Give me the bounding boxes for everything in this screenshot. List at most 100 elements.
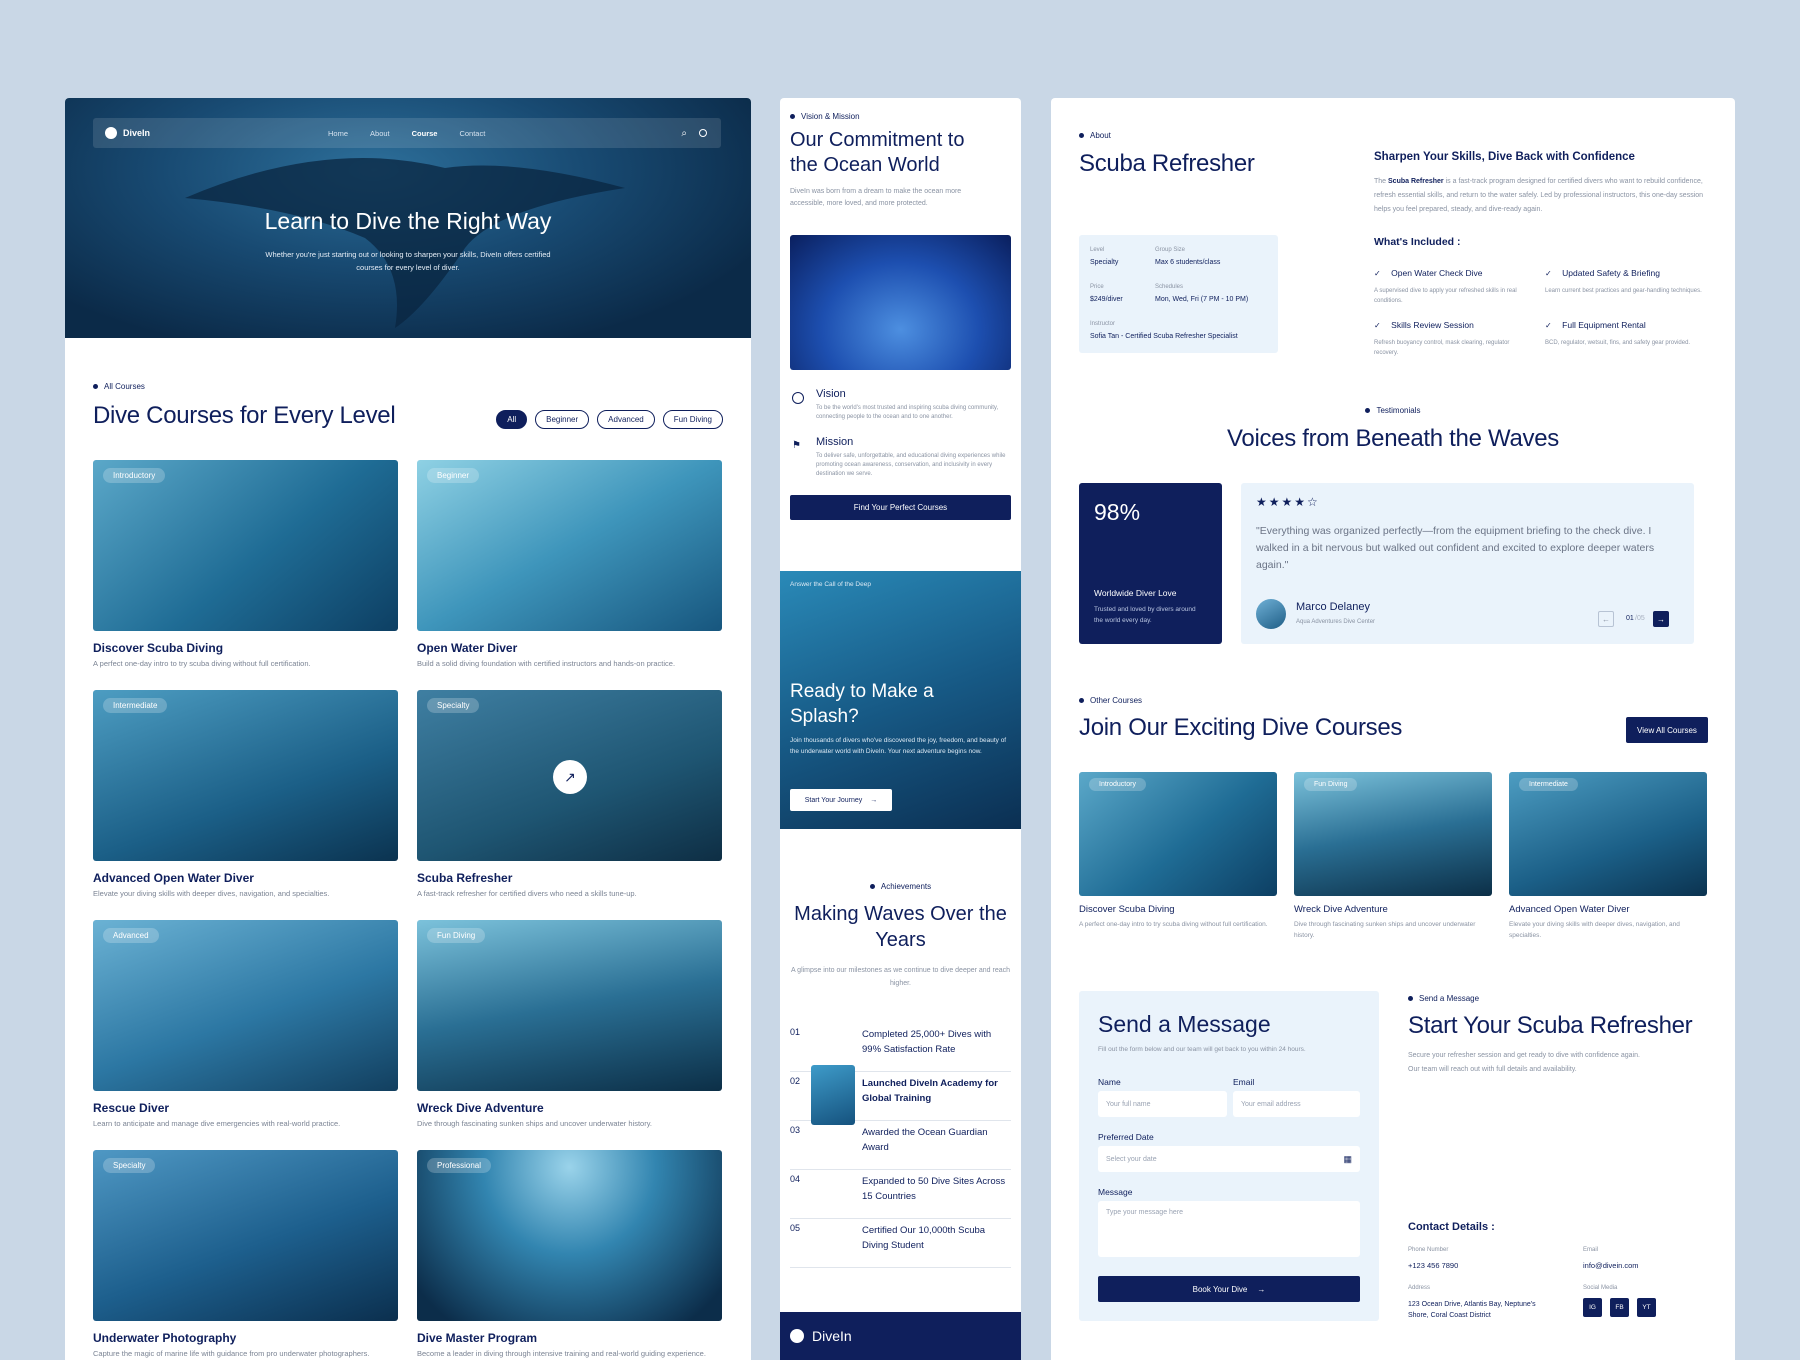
prev-arrow-icon[interactable]: ← xyxy=(1598,611,1614,627)
arrow-right-icon: → xyxy=(1257,1284,1266,1294)
section-label: Testimonials xyxy=(1051,406,1735,415)
search-icon[interactable]: ⌕ xyxy=(681,128,687,139)
name-input[interactable]: Your full name xyxy=(1098,1091,1227,1117)
start-journey-button[interactable]: Start Your Journey → xyxy=(790,789,892,811)
social-links: IG FB YT xyxy=(1583,1298,1656,1317)
course-card[interactable]: Intermediate Advanced Open Water Diver E… xyxy=(93,690,398,898)
course-image: Specialty xyxy=(93,1150,398,1321)
phone-value[interactable]: +123 456 7890 xyxy=(1408,1261,1458,1270)
find-courses-button[interactable]: Find Your Perfect Courses xyxy=(790,495,1011,520)
vision-icon xyxy=(792,392,804,404)
section-label: Other Courses xyxy=(1079,696,1142,705)
course-card[interactable]: Advanced Rescue Diver Learn to anticipat… xyxy=(93,920,398,1128)
course-title: Advanced Open Water Diver xyxy=(93,871,254,885)
brand-name[interactable]: DiveIn xyxy=(123,128,150,138)
course-image: Introductory xyxy=(93,460,398,631)
email-value[interactable]: info@divein.com xyxy=(1583,1261,1639,1270)
course-desc: A perfect one-day intro to try scuba div… xyxy=(1079,921,1268,928)
filter-beginner[interactable]: Beginner xyxy=(535,410,590,429)
included-title: What's Included : xyxy=(1374,236,1461,248)
course-card[interactable]: Fun Diving Wreck Dive Adventure Dive thr… xyxy=(1294,772,1492,947)
calendar-icon[interactable]: ▦ xyxy=(1343,1154,1352,1165)
filter-fun-diving[interactable]: Fun Diving xyxy=(662,410,723,429)
nav-course[interactable]: Course xyxy=(412,129,438,138)
instagram-icon[interactable]: IG xyxy=(1583,1298,1602,1317)
pager-total: /05 xyxy=(1635,615,1645,622)
info-card: Level Specialty Group Size Max 6 student… xyxy=(1079,235,1278,353)
mission-title: Mission xyxy=(816,436,854,448)
message-label: Message xyxy=(1098,1187,1133,1197)
hero-subtitle: Whether you're just starting out or look… xyxy=(265,250,551,272)
date-label: Preferred Date xyxy=(1098,1132,1154,1142)
filter-advanced[interactable]: Advanced xyxy=(597,410,655,429)
pager-current: 01 xyxy=(1626,615,1634,622)
email-label: Email xyxy=(1583,1247,1599,1253)
section-label: About xyxy=(1079,131,1111,140)
course-desc: Capture the magic of marine life with gu… xyxy=(93,1349,370,1358)
milestone-image xyxy=(811,1065,855,1125)
course-card[interactable]: Professional Dive Master Program Become … xyxy=(417,1150,722,1358)
stat-title: Worldwide Diver Love xyxy=(1094,588,1177,598)
user-icon[interactable] xyxy=(699,129,707,137)
included-item: ✓ Full Equipment Rental BCD, regulator, … xyxy=(1545,320,1691,346)
course-image: Introductory xyxy=(1079,772,1277,896)
filter-all[interactable]: All xyxy=(496,410,528,429)
course-image: Beginner xyxy=(417,460,722,631)
course-title: Dive Master Program xyxy=(417,1331,538,1345)
youtube-icon[interactable]: YT xyxy=(1637,1298,1656,1317)
course-desc: A perfect one-day intro to try scuba div… xyxy=(93,659,311,668)
social-label: Social Media xyxy=(1583,1285,1618,1291)
course-card[interactable]: Fun Diving Wreck Dive Adventure Dive thr… xyxy=(417,920,722,1128)
course-card[interactable]: Introductory Discover Scuba Diving A per… xyxy=(93,460,398,668)
next-arrow-icon[interactable]: → xyxy=(1653,611,1669,627)
reviewer-org: Aqua Adventures Dive Center xyxy=(1296,619,1376,625)
arrow-right-icon: → xyxy=(870,796,878,804)
footer-brand[interactable]: DiveIn xyxy=(812,1328,852,1344)
check-icon: ✓ xyxy=(1374,321,1381,330)
course-card[interactable]: Beginner Open Water Diver Build a solid … xyxy=(417,460,722,668)
date-input[interactable]: Select your date ▦ xyxy=(1098,1146,1360,1172)
splash-label: Answer the Call of the Deep xyxy=(790,581,871,588)
email-input[interactable]: Your email address xyxy=(1233,1091,1360,1117)
course-desc: Dive through fascinating sunken ships an… xyxy=(1294,921,1476,939)
logo-icon xyxy=(790,1329,804,1343)
book-dive-button[interactable]: Book Your Dive → xyxy=(1098,1276,1360,1302)
ocean-image xyxy=(790,235,1011,370)
included-item: ✓ Open Water Check Dive A supervised div… xyxy=(1374,268,1517,304)
course-image: Intermediate xyxy=(1509,772,1707,896)
course-title: Open Water Diver xyxy=(417,641,518,655)
achievements-desc: A glimpse into our milestones as we cont… xyxy=(790,967,1011,987)
form-desc: Fill out the form below and our team wil… xyxy=(1098,1046,1306,1053)
commitment-desc: DiveIn was born from a dream to make the… xyxy=(790,188,962,207)
message-textarea[interactable]: Type your message here xyxy=(1098,1201,1360,1257)
form-title: Send a Message xyxy=(1098,1011,1271,1037)
commitment-title: Our Commitment to the Ocean World xyxy=(790,129,965,176)
logo-icon xyxy=(105,127,117,139)
splash-title: Ready to Make a Splash? xyxy=(790,681,934,727)
course-card[interactable]: Specialty ↗ Scuba Refresher A fast-track… xyxy=(417,690,722,898)
course-desc: Learn to anticipate and manage dive emer… xyxy=(93,1119,341,1128)
course-image: Specialty ↗ xyxy=(417,690,722,861)
course-card[interactable]: Introductory Discover Scuba Diving A per… xyxy=(1079,772,1277,947)
course-desc: Dive through fascinating sunken ships an… xyxy=(417,1119,652,1128)
course-desc: Elevate your diving skills with deeper d… xyxy=(93,889,330,898)
open-arrow-icon[interactable]: ↗ xyxy=(553,760,587,794)
course-desc: Elevate your diving skills with deeper d… xyxy=(1509,921,1680,939)
course-card[interactable]: Specialty Underwater Photography Capture… xyxy=(93,1150,398,1358)
milestone-item: 04 Expanded to 50 Dive Sites Across 15 C… xyxy=(790,1170,1011,1219)
course-card[interactable]: Intermediate Advanced Open Water Diver E… xyxy=(1509,772,1707,947)
vision-desc: To be the world's most trusted and inspi… xyxy=(816,405,999,420)
nav-contact[interactable]: Contact xyxy=(459,129,485,138)
email-label: Email xyxy=(1233,1077,1255,1087)
message-form: Send a Message Fill out the form below a… xyxy=(1079,991,1379,1321)
course-title: Advanced Open Water Diver xyxy=(1509,904,1630,915)
vision-title: Vision xyxy=(816,388,846,400)
filter-group: All Beginner Advanced Fun Diving xyxy=(496,410,723,429)
course-desc: Build a solid diving foundation with cer… xyxy=(417,659,676,668)
nav-home[interactable]: Home xyxy=(328,129,348,138)
facebook-icon[interactable]: FB xyxy=(1610,1298,1629,1317)
mission-desc: To deliver safe, unforgettable, and educ… xyxy=(816,453,1006,477)
view-all-courses-button[interactable]: View All Courses xyxy=(1626,717,1708,743)
section-label: Send a Message xyxy=(1408,994,1479,1003)
nav-about[interactable]: About xyxy=(370,129,390,138)
